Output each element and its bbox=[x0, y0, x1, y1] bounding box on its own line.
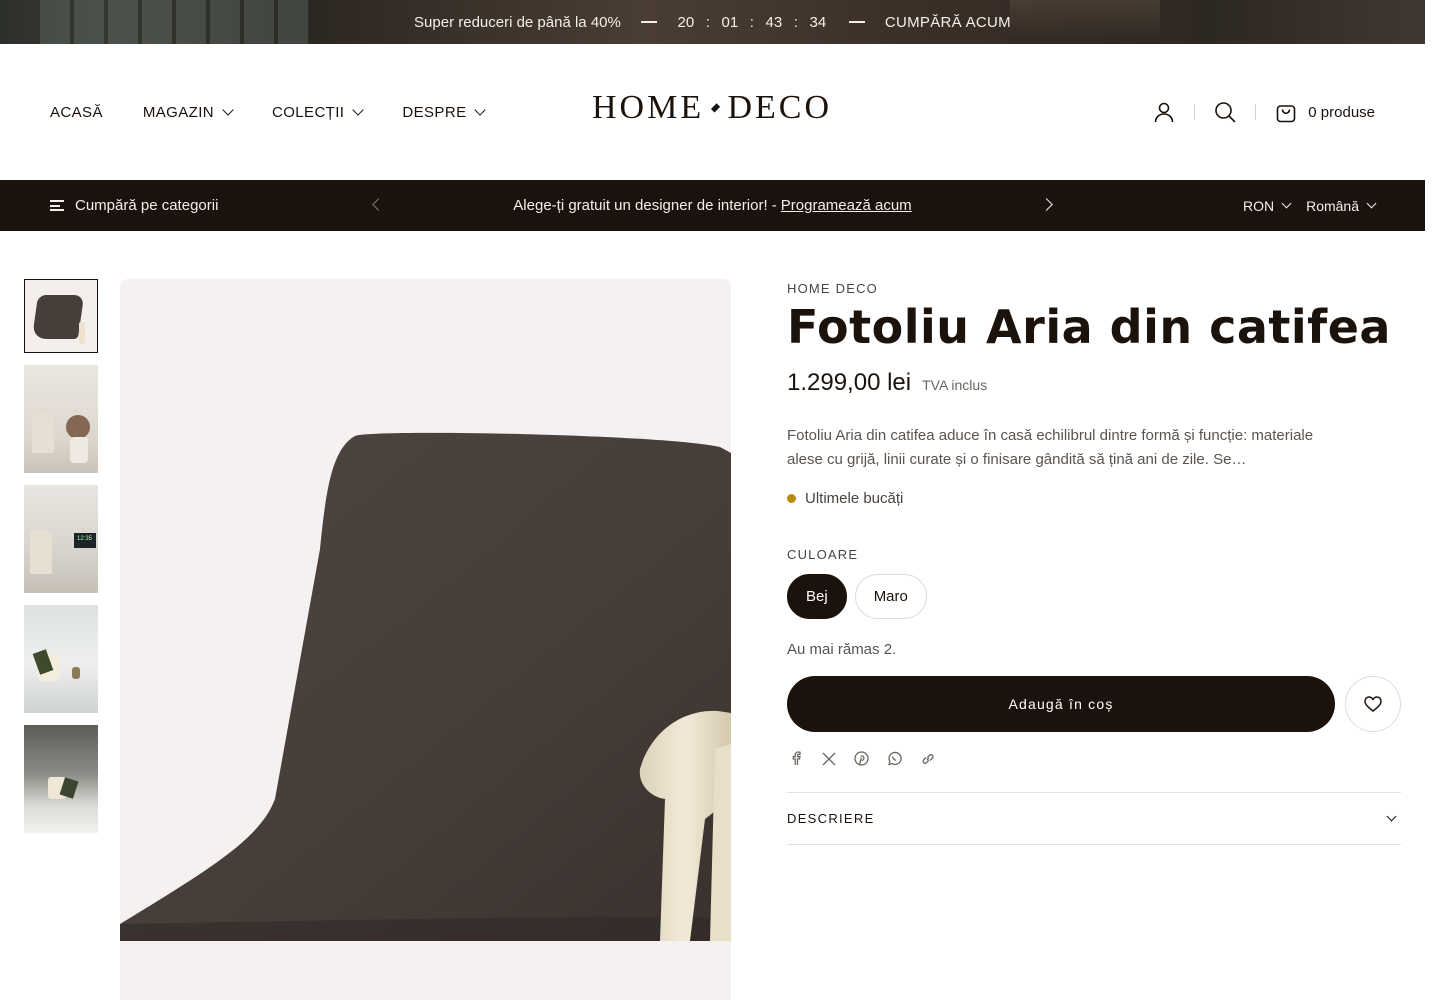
logo-word-left: HOME bbox=[592, 89, 705, 126]
announcement-text: Alege-ți gratuit un designer de interior… bbox=[513, 197, 777, 214]
site-logo[interactable]: HOME DECO bbox=[592, 88, 832, 128]
product-title: Fotoliu Aria din catifea bbox=[787, 300, 1391, 354]
language-value: Română bbox=[1306, 197, 1359, 214]
description-accordion[interactable]: DESCRIERE bbox=[787, 792, 1401, 845]
cart-actions: Adaugă în coș bbox=[787, 676, 1401, 732]
shop-by-category-button[interactable]: Cumpără pe categorii bbox=[50, 180, 218, 231]
nav-label: DESPRE bbox=[402, 103, 467, 121]
divider bbox=[640, 21, 657, 23]
currency-select[interactable]: RON bbox=[1242, 197, 1292, 214]
nav-item-acasa[interactable]: ACASĂ bbox=[50, 104, 103, 121]
logo-word-right: DECO bbox=[727, 89, 832, 126]
add-to-cart-button[interactable]: Adaugă în coș bbox=[787, 676, 1335, 732]
chevron-right-icon[interactable] bbox=[1040, 198, 1053, 211]
accordion-label: DESCRIERE bbox=[787, 811, 875, 826]
nav-label: COLECȚII bbox=[272, 103, 345, 121]
nav-label: MAGAZIN bbox=[142, 103, 214, 121]
category-label: Cumpără pe categorii bbox=[75, 197, 219, 214]
currency-value: RON bbox=[1242, 197, 1275, 214]
share-links bbox=[787, 750, 1401, 767]
countdown-minutes: 43 bbox=[765, 13, 783, 31]
category-bar: Cumpără pe categorii Alege-ți gratuit un… bbox=[0, 180, 1425, 231]
cart-icon[interactable] bbox=[1274, 100, 1298, 124]
menu-icon bbox=[50, 200, 64, 211]
thumbnail-5[interactable] bbox=[24, 725, 98, 833]
whatsapp-icon[interactable] bbox=[886, 750, 903, 767]
thumbnail-1[interactable] bbox=[24, 279, 98, 353]
nav-item-despre[interactable]: DESPRE bbox=[402, 103, 487, 121]
color-options: Bej Maro bbox=[787, 574, 1401, 619]
stock-dot-icon bbox=[787, 494, 796, 503]
product-description: Fotoliu Aria din catifea aduce în casă e… bbox=[787, 427, 1314, 468]
language-select[interactable]: Română bbox=[1306, 197, 1377, 214]
promo-text: Super reduceri de până la 40% bbox=[414, 13, 621, 31]
announcement-slide: Alege-ți gratuit un designer de interior… bbox=[400, 180, 1025, 231]
countdown-separator: : bbox=[705, 13, 710, 31]
book-now-link[interactable]: Programează acum bbox=[781, 197, 912, 214]
stock-status: Ultimele bucăți bbox=[787, 490, 1401, 507]
thumbnail-screen-text: 12:35 bbox=[77, 536, 93, 542]
site-header: ACASĂ MAGAZIN COLECȚII DESPRE HOME DECO … bbox=[0, 44, 1425, 180]
logo-diamond-icon bbox=[711, 103, 721, 113]
facebook-icon[interactable] bbox=[787, 750, 804, 767]
header-actions: 0 produse bbox=[1152, 44, 1375, 180]
option-bej[interactable]: Bej bbox=[787, 574, 847, 619]
heart-icon bbox=[1364, 696, 1382, 712]
product-info: HOME DECO Fotoliu Aria din catifea 1.299… bbox=[787, 279, 1401, 845]
search-icon[interactable] bbox=[1213, 100, 1237, 124]
wishlist-button[interactable] bbox=[1345, 676, 1401, 732]
nav-item-colectii[interactable]: COLECȚII bbox=[272, 103, 365, 121]
chevron-down-icon bbox=[474, 104, 487, 116]
countdown-separator: : bbox=[793, 13, 798, 31]
tax-note: TVA inclus bbox=[922, 377, 988, 393]
divider bbox=[1255, 104, 1257, 120]
locale-selectors: RON Română bbox=[1227, 180, 1377, 231]
nav-item-magazin[interactable]: MAGAZIN bbox=[142, 103, 234, 121]
announcement-bar: Super reduceri de până la 40% 20 : 01 : … bbox=[0, 0, 1425, 44]
countdown-hours: 01 bbox=[721, 13, 739, 31]
divider bbox=[848, 21, 865, 23]
link-icon[interactable] bbox=[919, 750, 936, 767]
main-product-image[interactable] bbox=[120, 279, 731, 1000]
remaining-stock: Au mai rămas 2. bbox=[787, 641, 897, 658]
countdown-separator: : bbox=[749, 13, 754, 31]
countdown-days: 20 bbox=[677, 13, 695, 31]
account-icon[interactable] bbox=[1152, 100, 1176, 124]
option-maro[interactable]: Maro bbox=[854, 574, 927, 619]
thumbnail-3[interactable]: 12:35 bbox=[24, 485, 98, 593]
nav-label: ACASĂ bbox=[50, 103, 103, 121]
main-nav: ACASĂ MAGAZIN COLECȚII DESPRE bbox=[50, 44, 524, 180]
product-price: 1.299,00 lei bbox=[787, 369, 912, 396]
x-icon[interactable] bbox=[820, 750, 837, 767]
chevron-down-icon bbox=[352, 104, 365, 116]
shop-now-link[interactable]: CUMPĂRĂ ACUM bbox=[885, 14, 1011, 31]
chevron-down-icon bbox=[1366, 198, 1377, 209]
pinterest-icon[interactable] bbox=[853, 750, 870, 767]
chevron-left-icon[interactable] bbox=[372, 198, 385, 211]
thumbnail-4[interactable] bbox=[24, 605, 98, 713]
price-row: 1.299,00 lei TVA inclus bbox=[787, 369, 1401, 397]
product-vendor[interactable]: HOME DECO bbox=[787, 281, 1401, 296]
product-thumbnails: 12:35 bbox=[24, 279, 98, 845]
cart-count[interactable]: 0 produse bbox=[1308, 104, 1375, 121]
chevron-down-icon bbox=[222, 104, 234, 116]
stock-status-text: Ultimele bucăți bbox=[805, 490, 904, 507]
chevron-down-icon bbox=[1386, 811, 1397, 822]
thumbnail-2[interactable] bbox=[24, 365, 98, 473]
countdown-seconds: 34 bbox=[809, 13, 827, 31]
chevron-down-icon bbox=[1281, 198, 1292, 209]
option-label: CULOARE bbox=[787, 547, 859, 562]
divider bbox=[1194, 104, 1196, 120]
